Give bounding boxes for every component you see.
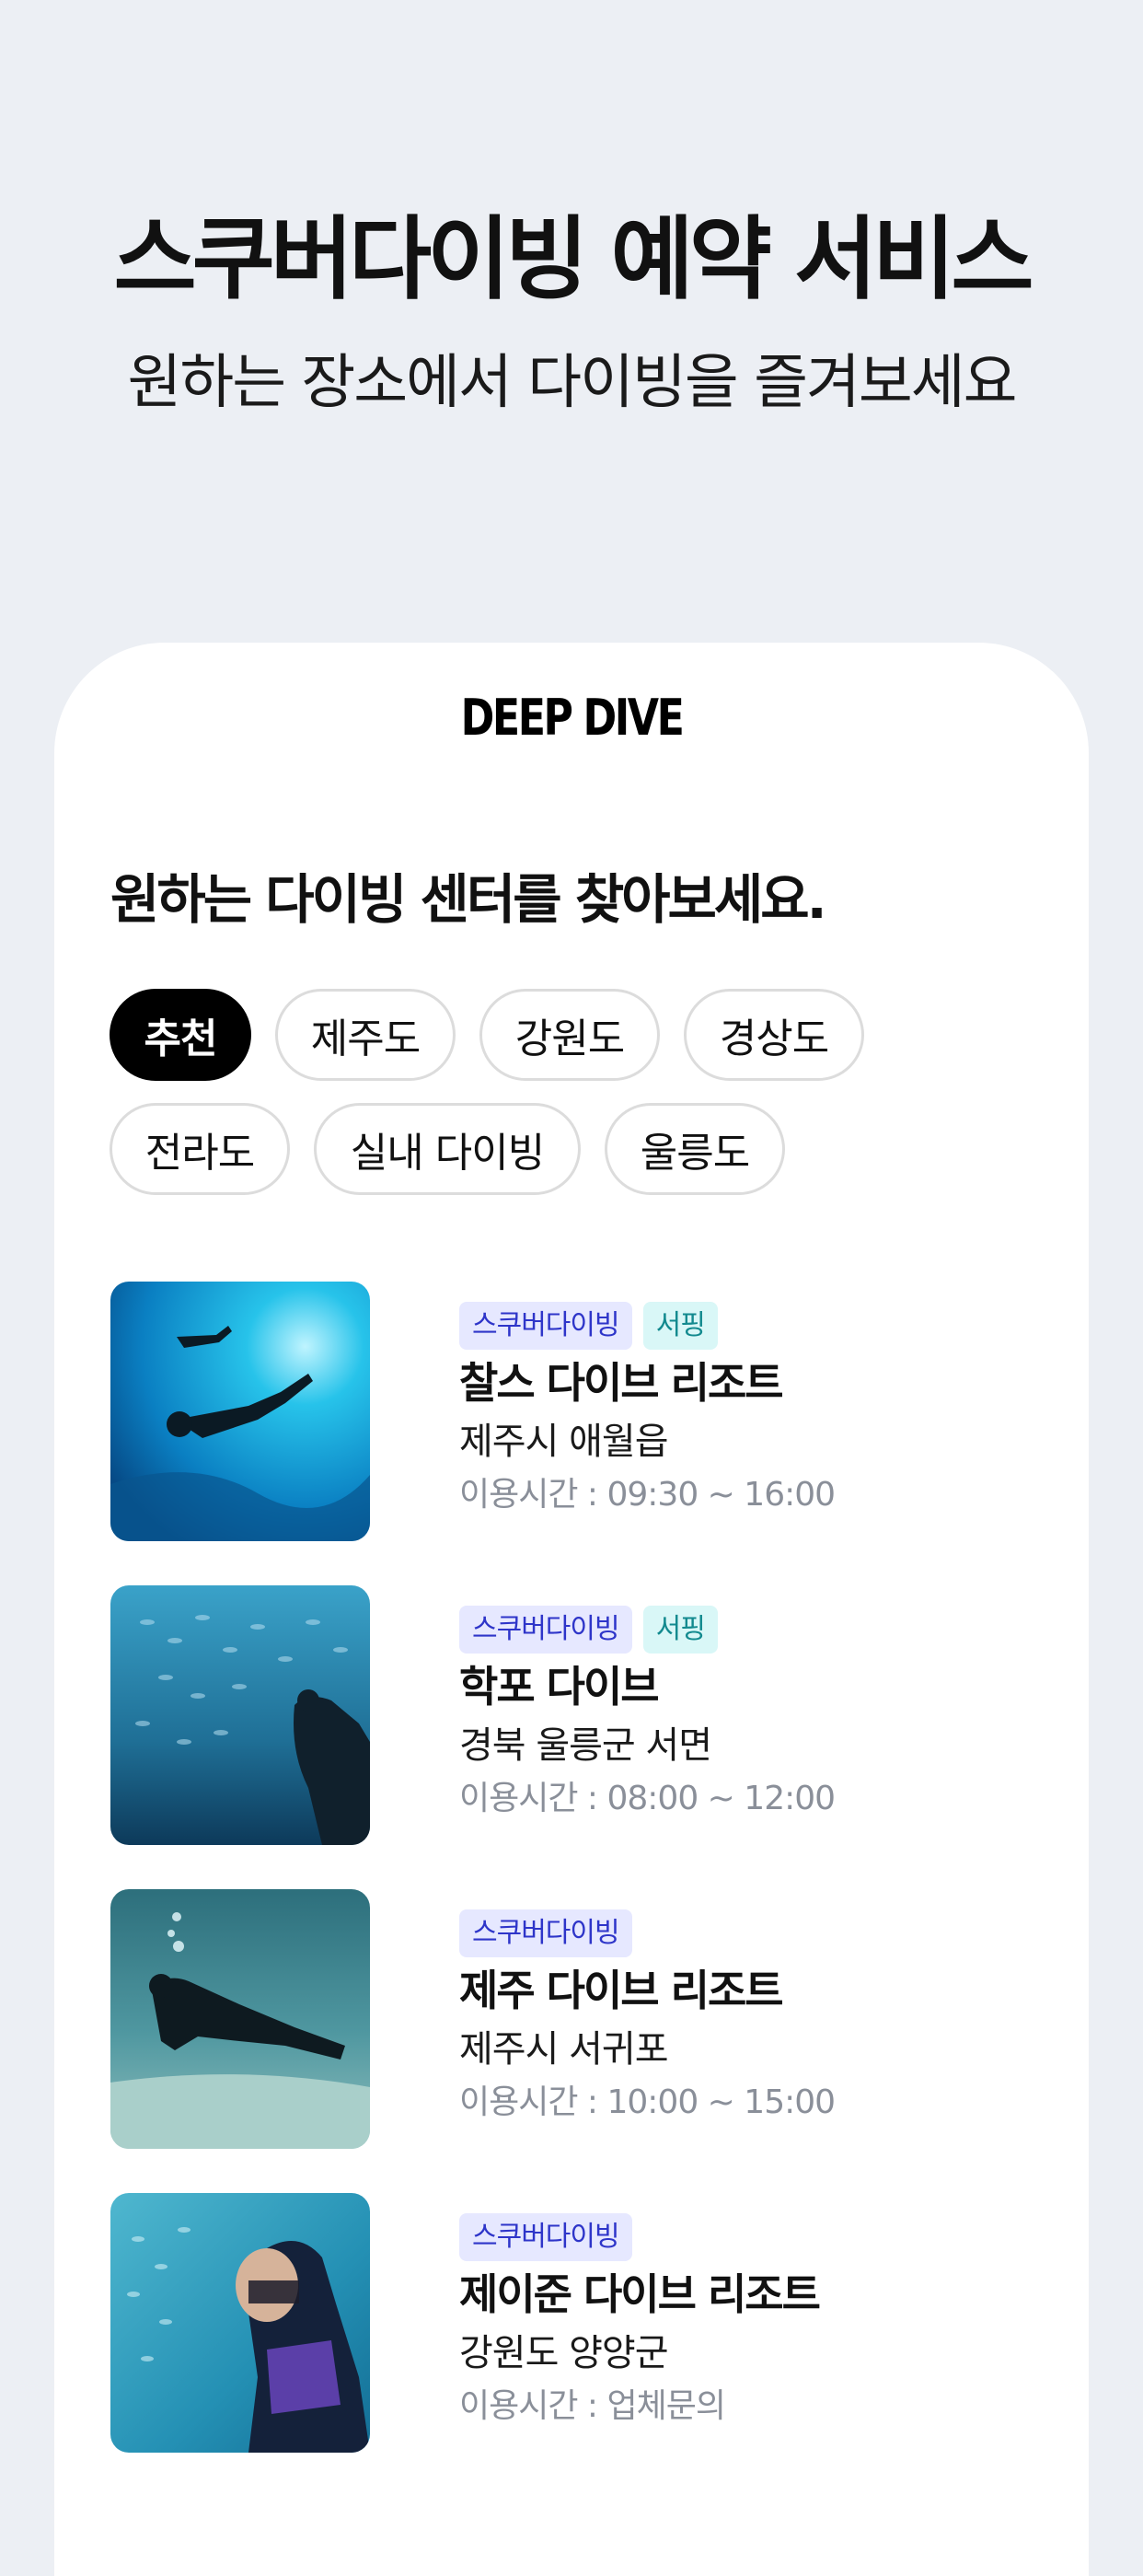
filter-chip-jeju[interactable]: 제주도 bbox=[275, 989, 456, 1081]
tag-surfing: 서핑 bbox=[642, 1606, 718, 1654]
center-info: 스쿠버다이빙 제이준 다이브 리조트 강원도 양양군 이용시간 : 업체문의 bbox=[459, 2193, 1030, 2429]
hero-title: 스쿠버다이빙 예약 서비스 bbox=[113, 207, 1034, 312]
center-tags: 스쿠버다이빙 서핑 bbox=[459, 1606, 1030, 1654]
center-address: 경북 울릉군 서면 bbox=[459, 1724, 712, 1767]
scuba-diver-photo bbox=[110, 1282, 370, 1541]
center-tags: 스쿠버다이빙 서핑 bbox=[459, 1302, 1030, 1350]
tag-scuba: 스쿠버다이빙 bbox=[459, 1606, 632, 1654]
tag-surfing: 서핑 bbox=[642, 1302, 718, 1350]
filter-chip-indoor[interactable]: 실내 다이빙 bbox=[314, 1103, 581, 1195]
tag-scuba: 스쿠버다이빙 bbox=[459, 1909, 632, 1957]
filter-chip-jeolla[interactable]: 전라도 bbox=[110, 1103, 290, 1195]
center-name: 제주 다이브 리조트 bbox=[459, 1966, 784, 2015]
center-info: 스쿠버다이빙 서핑 학포 다이브 경북 울릉군 서면 이용시간 : 08:00 … bbox=[459, 1585, 1030, 1821]
tag-scuba: 스쿠버다이빙 bbox=[459, 1302, 632, 1350]
region-filter-chips: 추천 제주도 강원도 경상도 전라도 실내 다이빙 울릉도 bbox=[110, 989, 1030, 1217]
center-address: 제주시 애월읍 bbox=[459, 1421, 669, 1463]
center-hours: 이용시간 : 10:00 ~ 15:00 bbox=[459, 2083, 836, 2121]
diver-portrait-photo bbox=[110, 2193, 370, 2453]
center-name: 학포 다이브 bbox=[459, 1662, 660, 1712]
center-card[interactable]: 스쿠버다이빙 서핑 학포 다이브 경북 울릉군 서면 이용시간 : 08:00 … bbox=[110, 1585, 1031, 1845]
center-card[interactable]: 스쿠버다이빙 제주 다이브 리조트 제주시 서귀포 이용시간 : 10:00 ~… bbox=[110, 1889, 1031, 2149]
center-name: 제이준 다이브 리조트 bbox=[459, 2269, 821, 2319]
center-hours: 이용시간 : 08:00 ~ 12:00 bbox=[459, 1780, 836, 1817]
center-card[interactable]: 스쿠버다이빙 제이준 다이브 리조트 강원도 양양군 이용시간 : 업체문의 bbox=[110, 2193, 1031, 2453]
chip-row: 추천 제주도 강원도 경상도 bbox=[110, 989, 1030, 1081]
center-address: 제주시 서귀포 bbox=[459, 2028, 669, 2071]
filter-chip-recommended[interactable]: 추천 bbox=[110, 989, 251, 1081]
hero-subtitle: 원하는 장소에서 다이빙을 즐겨보세요 bbox=[127, 349, 1017, 417]
filter-chip-gyeongsang[interactable]: 경상도 bbox=[684, 989, 864, 1081]
tag-scuba: 스쿠버다이빙 bbox=[459, 2213, 632, 2261]
center-info: 스쿠버다이빙 서핑 찰스 다이브 리조트 제주시 애월읍 이용시간 : 09:3… bbox=[459, 1282, 1030, 1517]
diver-seabed-photo bbox=[110, 1889, 370, 2149]
brand-logo: DEEP DIVE bbox=[460, 689, 685, 747]
filter-chip-gangwon[interactable]: 강원도 bbox=[479, 989, 660, 1081]
chip-row: 전라도 실내 다이빙 울릉도 bbox=[110, 1103, 1030, 1195]
center-list: 스쿠버다이빙 서핑 찰스 다이브 리조트 제주시 애월읍 이용시간 : 09:3… bbox=[110, 1282, 1031, 2497]
app-screen: DEEP DIVE 원하는 다이빙 센터를 찾아보세요. 추천 제주도 강원도 … bbox=[54, 643, 1089, 2576]
center-hours: 이용시간 : 업체문의 bbox=[459, 2387, 726, 2425]
center-hours: 이용시간 : 09:30 ~ 16:00 bbox=[459, 1476, 836, 1514]
center-info: 스쿠버다이빙 제주 다이브 리조트 제주시 서귀포 이용시간 : 10:00 ~… bbox=[459, 1889, 1030, 2125]
center-tags: 스쿠버다이빙 bbox=[459, 2213, 1030, 2261]
fish-school-diver-photo bbox=[110, 1585, 370, 1845]
center-tags: 스쿠버다이빙 bbox=[459, 1909, 1030, 1957]
filter-chip-ulleung[interactable]: 울릉도 bbox=[605, 1103, 785, 1195]
center-address: 강원도 양양군 bbox=[459, 2332, 669, 2374]
center-card[interactable]: 스쿠버다이빙 서핑 찰스 다이브 리조트 제주시 애월읍 이용시간 : 09:3… bbox=[110, 1282, 1031, 1541]
section-title: 원하는 다이빙 센터를 찾아보세요. bbox=[110, 868, 827, 931]
center-name: 찰스 다이브 리조트 bbox=[459, 1358, 784, 1408]
